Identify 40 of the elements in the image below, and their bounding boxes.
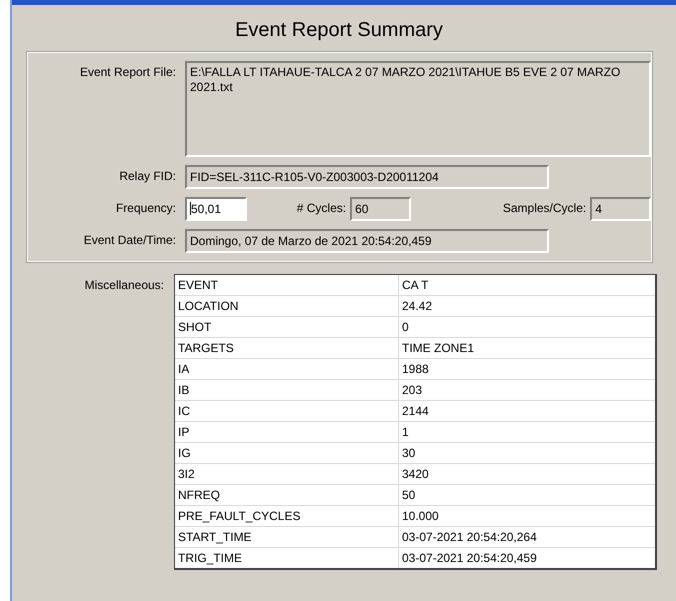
field-label: Event Report File: — [78, 64, 177, 79]
table-cell-text: TIME ZONE1 — [401, 340, 476, 357]
table-cell: LOCATION — [175, 296, 399, 316]
table-cell: IP — [175, 422, 399, 442]
table-cell-text: 24.42 — [401, 298, 434, 315]
field-label: Event Date/Time: — [82, 232, 177, 247]
table-cell: PRE_FAULT_CYCLES — [175, 506, 399, 526]
table-cell: NFREQ — [175, 485, 399, 505]
field-label: Relay FID: — [118, 168, 177, 183]
table-cell: START_TIME — [175, 527, 399, 547]
field-label: Frequency: — [114, 200, 177, 215]
table-cell-text: 30 — [401, 445, 416, 462]
frequency-field[interactable]: 50,01 — [185, 197, 247, 221]
field-label: Miscellaneous: — [84, 277, 165, 294]
table-cell-text: 3420 — [401, 466, 430, 483]
field-label: # Cycles: — [296, 200, 348, 215]
table-cell: IG — [175, 443, 399, 463]
table-cell: EVENT — [175, 275, 399, 295]
table-cell-text: 50 — [401, 487, 416, 504]
table-cell-text: 203 — [401, 382, 424, 399]
table-cell: 3I2 — [175, 464, 399, 484]
field-label: Samples/Cycle: — [502, 200, 588, 215]
dialog-heading: Event Report Summary — [234, 19, 444, 42]
file-path-field[interactable]: E:\FALLA LT ITAHAUE-TALCA 2 07 MARZO 2021\ITAHUE B5 EVE 2 07 MARZO 2021.txt — [185, 61, 651, 157]
table-cell: TRIG_TIME — [175, 548, 399, 568]
date-time-field[interactable]: Domingo, 07 de Marzo de 2021 20:54:20,459 — [185, 229, 549, 253]
table-cell: TARGETS — [175, 338, 399, 358]
table-cell-text: 0 — [401, 319, 410, 336]
table-cell-text: 03-07-2021 20:54:20,459 — [401, 550, 538, 567]
table-cell-text: 03-07-2021 20:54:20,264 — [401, 529, 538, 546]
table-cell-text: CA T — [401, 277, 430, 294]
table-cell: IC — [175, 401, 399, 421]
relay-fid-field[interactable]: FID=SEL-311C-R105-V0-Z003003-D20011204 — [185, 165, 549, 189]
table-cell-text: 1988 — [401, 361, 430, 378]
table-cell: IB — [175, 380, 399, 400]
table-cell-text: 2144 — [401, 403, 430, 420]
table-cell: IA — [175, 359, 399, 379]
table-cell-text: 1 — [401, 424, 410, 441]
table-cell-text: 10.000 — [401, 508, 440, 525]
table-cell: SHOT — [175, 317, 399, 337]
